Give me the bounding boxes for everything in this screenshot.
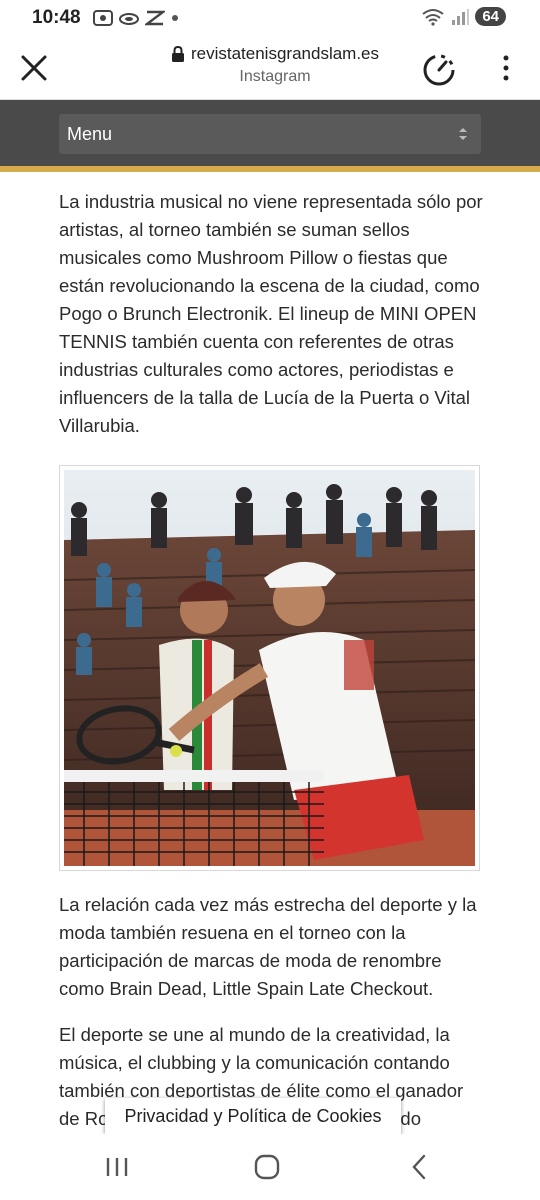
back-button[interactable] (404, 1152, 434, 1182)
system-nav-bar (0, 1134, 540, 1200)
back-icon (412, 1154, 426, 1180)
timer-button[interactable] (420, 50, 458, 88)
url-display[interactable]: revistatenisgrandslam.es Instagram (160, 44, 390, 86)
url-line: revistatenisgrandslam.es (160, 44, 390, 64)
article-photo[interactable] (59, 465, 480, 871)
url-subtitle: Instagram (239, 68, 311, 85)
more-options-button[interactable] (498, 52, 514, 84)
dot-icon (171, 15, 178, 21)
status-right: 64 (421, 7, 506, 26)
menu-select[interactable]: Menu (59, 114, 481, 154)
recent-apps-button[interactable] (102, 1152, 132, 1182)
close-icon (21, 55, 47, 81)
recent-apps-icon (106, 1158, 128, 1176)
select-arrows-icon (459, 128, 467, 140)
cookie-policy-label: Privacidad y Política de Cookies (124, 1105, 382, 1126)
tennis-players-photo (64, 470, 475, 866)
signal-icon (452, 8, 470, 25)
cookie-policy-button[interactable]: Privacidad y Política de Cookies (105, 1098, 401, 1134)
site-menu-bar: Menu (0, 100, 540, 172)
close-button[interactable] (18, 52, 50, 84)
browser-toolbar: revistatenisgrandslam.es Instagram (0, 36, 540, 100)
lock-icon (171, 45, 184, 62)
article-paragraph: La relación cada vez más estrecha del de… (59, 894, 477, 999)
screen-record-icon (92, 10, 113, 26)
article-body: La industria musical no viene representa… (59, 188, 483, 1133)
article-paragraph: La industria musical no viene representa… (59, 191, 483, 436)
timer-icon (423, 54, 455, 86)
url-text: revistatenisgrandslam.es (190, 44, 380, 63)
status-notification-icons (92, 10, 179, 26)
status-bar: 10:48 64 (0, 0, 540, 36)
wifi-icon (422, 8, 444, 26)
home-icon (254, 1154, 280, 1180)
more-vertical-icon (503, 55, 509, 81)
status-time: 10:48 (32, 7, 81, 28)
cloud-icon (118, 13, 139, 25)
app-icon (144, 10, 165, 26)
battery-indicator: 64 (475, 7, 506, 26)
home-button[interactable] (252, 1152, 282, 1182)
menu-label: Menu (67, 123, 113, 144)
